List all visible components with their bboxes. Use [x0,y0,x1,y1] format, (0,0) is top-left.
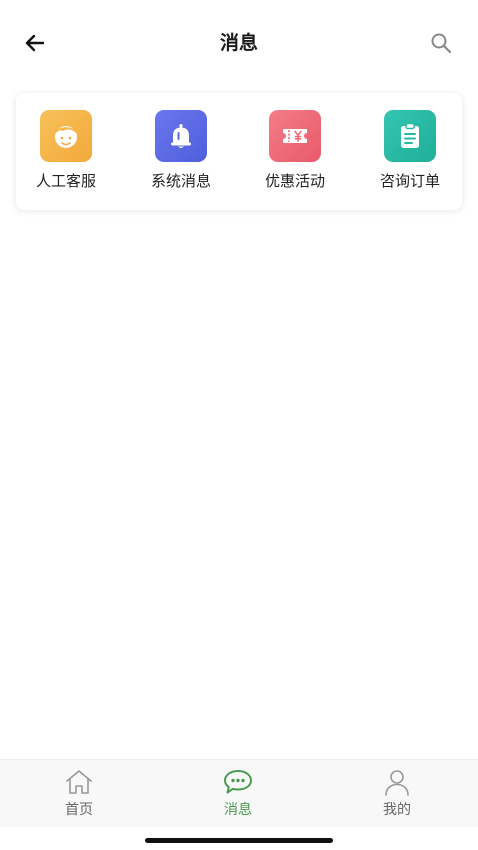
entry-label: 咨询订单 [379,172,440,190]
search-button[interactable] [426,28,456,58]
tab-profile[interactable]: 我的 [357,768,437,819]
home-indicator [145,838,333,843]
entry-consult-orders[interactable]: 咨询订单 [360,110,460,191]
search-icon [431,33,452,54]
entry-customer-service[interactable]: 人工客服 [16,110,116,191]
tab-messages[interactable]: 消息 [198,768,278,819]
clipboard-icon [384,110,436,162]
entry-system-messages[interactable]: 系统消息 [131,110,231,191]
tab-label: 首页 [65,802,93,818]
page-title: 消息 [219,32,258,54]
tab-label: 我的 [383,802,411,818]
chat-bubble-icon [224,770,252,794]
home-icon [66,770,92,794]
top-bar: 消息 [0,0,478,84]
tab-label: 消息 [224,802,252,818]
bottom-tab-bar: 首页 消息 我的 [0,759,478,827]
entry-label: 人工客服 [35,172,96,190]
tab-home[interactable]: 首页 [39,768,119,819]
customer-service-icon [40,110,92,162]
bell-icon [155,110,207,162]
profile-icon [385,770,409,796]
entry-promotions[interactable]: 优惠活动 [245,110,345,191]
entry-label: 系统消息 [150,172,211,190]
message-categories-card: 人工客服 系统消息 优惠活动 咨询订单 [16,93,462,210]
entry-label: 优惠活动 [264,172,325,190]
coupon-icon [269,110,321,162]
